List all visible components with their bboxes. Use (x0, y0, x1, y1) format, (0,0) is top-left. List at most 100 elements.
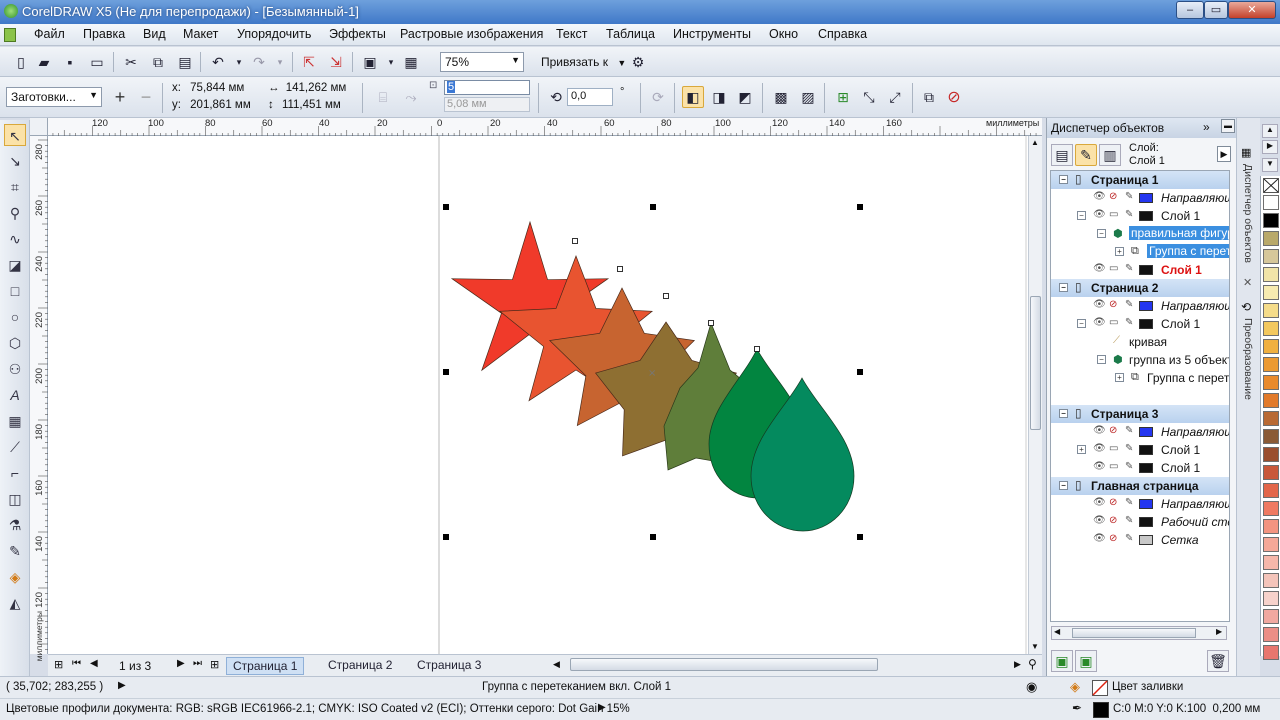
printable-icon[interactable]: ▭ (1109, 209, 1118, 220)
visibility-eye-icon[interactable]: 👁 (1093, 425, 1106, 436)
palette-scroll-up-icon[interactable]: ▲ (1262, 124, 1278, 138)
collapse-toggle-icon[interactable]: − (1097, 355, 1106, 364)
navigator-zoom-icon[interactable]: ⚲ (1028, 657, 1037, 671)
status-expand-icon[interactable]: ▶ (118, 680, 126, 691)
undo-icon[interactable]: ↶ (207, 51, 229, 73)
palette-color-swatch[interactable] (1263, 231, 1279, 246)
welcome-screen-icon[interactable]: ▦ (400, 51, 422, 73)
clockwise-blend-icon[interactable]: ◨ (708, 86, 730, 108)
add-preset-icon[interactable]: + (109, 86, 131, 108)
scroll-down-icon[interactable]: ▼ (1031, 642, 1039, 651)
palette-color-swatch[interactable] (1263, 591, 1279, 606)
tab-object-manager[interactable]: Диспетчер объектов (1242, 164, 1254, 263)
palette-color-swatch[interactable] (1263, 429, 1279, 444)
tree-scroll-thumb[interactable] (1072, 628, 1196, 638)
palette-color-swatch[interactable] (1263, 573, 1279, 588)
menu-arrange[interactable]: Упорядочить (237, 27, 311, 41)
selection-handle[interactable] (857, 204, 863, 210)
outline-color-swatch[interactable] (1093, 702, 1109, 718)
menu-file[interactable]: Файл (34, 27, 65, 41)
editable-pencil-icon[interactable]: ✎ (1125, 443, 1133, 454)
palette-color-swatch[interactable] (1263, 357, 1279, 372)
path-properties-icon[interactable]: ⤢ (884, 86, 906, 108)
blend-steps-input[interactable]: 5 (444, 80, 530, 95)
docker-collapse-icon[interactable]: » (1203, 120, 1210, 134)
add-page-before-icon[interactable]: ⊞ (54, 658, 63, 671)
object-color-acceleration-icon[interactable]: ▩ (770, 86, 792, 108)
editable-pencil-icon[interactable]: ✎ (1125, 299, 1133, 310)
fill-tool-icon[interactable]: ◈ (4, 566, 26, 588)
delete-icon[interactable]: 🗑 (1207, 650, 1229, 672)
printable-icon[interactable]: ▭ (1109, 317, 1118, 328)
vertical-scrollbar[interactable]: ▲ ▼ (1028, 136, 1042, 654)
tab-page-2[interactable]: Страница 2 (322, 657, 398, 675)
visibility-eye-icon[interactable]: 👁 (1093, 299, 1106, 310)
basic-shapes-tool-icon[interactable]: ⚇ (4, 358, 26, 380)
tree-row[interactable]: 👁⊘ ✎ Рабочий стол (1051, 513, 1229, 531)
palette-color-swatch[interactable] (1263, 195, 1279, 210)
tab-transform[interactable]: Преобразование (1242, 318, 1254, 400)
collapse-toggle-icon[interactable]: + (1077, 445, 1086, 454)
palette-color-swatch[interactable] (1263, 321, 1279, 336)
snap-to-dropdown[interactable]: Привязать к ▼ (541, 55, 626, 69)
tree-row[interactable]: 👁⊘ ✎ Направляющие (1051, 423, 1229, 441)
menu-edit[interactable]: Правка (83, 27, 125, 41)
tree-page-row[interactable]: − ▯ Страница 1 (1051, 171, 1229, 189)
zoom-tool-icon[interactable]: ⚲ (4, 202, 26, 224)
visibility-eye-icon[interactable]: 👁 (1093, 191, 1106, 202)
tree-row[interactable]: 👁⊘ ✎ Направляющие (1051, 495, 1229, 513)
selection-handle[interactable] (443, 534, 449, 540)
copy-icon[interactable]: ⧉ (147, 51, 169, 73)
blend-direction-icon[interactable]: ⟲ (545, 86, 567, 108)
text-tool-icon[interactable]: A (4, 384, 26, 406)
layer-manager-view-icon[interactable]: ▥ (1099, 144, 1121, 166)
x-position-field[interactable]: x: 75,844 мм (172, 82, 244, 99)
collapse-toggle-icon[interactable]: − (1077, 319, 1086, 328)
last-page-icon[interactable]: ⏭ (193, 658, 202, 669)
horizontal-scroll-thumb[interactable] (570, 658, 878, 671)
printable-icon[interactable]: ⊘ (1109, 299, 1117, 310)
menu-bitmaps[interactable]: Растровые изображения (400, 27, 543, 41)
palette-color-swatch[interactable] (1263, 537, 1279, 552)
menu-table[interactable]: Таблица (606, 27, 655, 41)
polygon-tool-icon[interactable]: ⬡ (4, 332, 26, 354)
printable-icon[interactable]: ⊘ (1109, 497, 1117, 508)
zoom-level-combo[interactable]: 75% ▼ (440, 52, 524, 72)
palette-color-swatch[interactable] (1263, 465, 1279, 480)
eyedropper-tool-icon[interactable]: ⚗ (4, 514, 26, 536)
scroll-left-icon[interactable]: ◀ (553, 659, 560, 670)
tree-row[interactable]: 👁 ⊘ ✎ Сетка (1051, 531, 1229, 549)
tree-row[interactable]: 👁⊘ ✎ Направляющие (1051, 189, 1229, 207)
palette-color-swatch[interactable] (1263, 303, 1279, 318)
palette-flyout-icon[interactable]: ▶ (1262, 140, 1278, 154)
import-icon[interactable]: ⇱ (298, 51, 320, 73)
tree-page-row[interactable]: − ▯ Страница 2 (1051, 279, 1229, 297)
printable-icon[interactable]: ▭ (1109, 443, 1118, 454)
ellipse-tool-icon[interactable]: ○ (4, 306, 26, 328)
tree-row[interactable]: + ⧉ Группа с перетеканием (1051, 243, 1229, 261)
visibility-eye-icon[interactable]: 👁 (1093, 263, 1106, 274)
visibility-eye-icon[interactable]: 👁 (1093, 443, 1106, 454)
editable-pencil-icon[interactable]: ✎ (1125, 263, 1133, 274)
expand-toggle-icon[interactable]: + (1115, 247, 1124, 256)
scroll-right-icon[interactable]: ▶ (1216, 627, 1222, 636)
tree-row[interactable]: + ⧉ Группа с перетеканием (1051, 369, 1229, 387)
freehand-tool-icon[interactable]: ∿ (4, 228, 26, 250)
editable-pencil-icon[interactable]: ✎ (1125, 191, 1133, 202)
collapse-toggle-icon[interactable]: − (1097, 229, 1106, 238)
printable-icon[interactable]: ▭ (1109, 263, 1118, 274)
pick-tool-icon[interactable]: ↖ (4, 124, 26, 146)
collapse-toggle-icon[interactable]: − (1077, 211, 1086, 220)
new-master-layer-icon[interactable]: ▣ (1075, 650, 1097, 672)
palette-color-swatch[interactable] (1263, 213, 1279, 228)
palette-color-swatch[interactable] (1263, 645, 1279, 660)
menu-layout[interactable]: Макет (183, 27, 218, 41)
tab-page-1[interactable]: Страница 1 (226, 657, 305, 675)
selection-handle[interactable] (857, 369, 863, 375)
tree-page-row[interactable]: − ▯ Страница 3 (1051, 405, 1229, 423)
outline-tool-icon[interactable]: ✎ (4, 540, 26, 562)
accelerate-sizes-icon[interactable]: ▨ (797, 86, 819, 108)
visibility-eye-icon[interactable]: 👁 (1093, 209, 1106, 220)
new-document-icon[interactable]: ▯ (10, 51, 32, 73)
tab-transform-icon[interactable]: ⟲ (1241, 300, 1251, 314)
